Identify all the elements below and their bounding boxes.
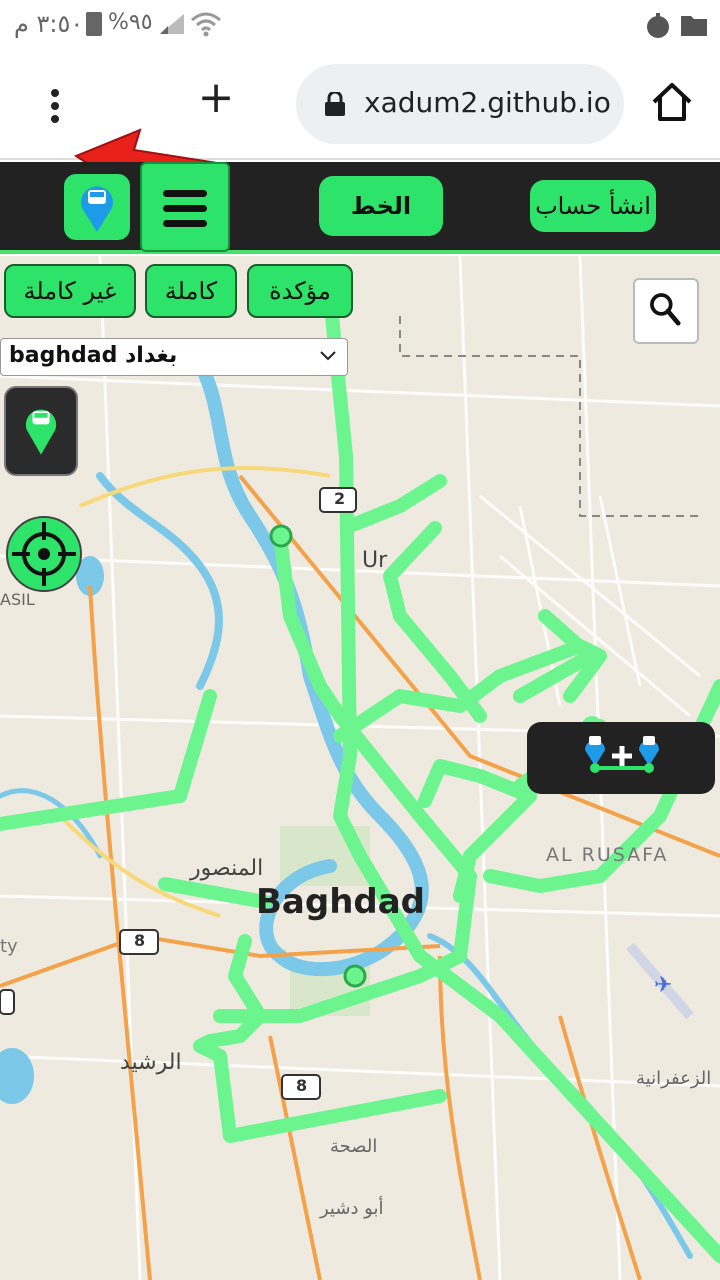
bus-stop-pin-icon bbox=[25, 409, 57, 455]
plus-icon[interactable]: + bbox=[196, 76, 236, 120]
svg-text:✈: ✈ bbox=[654, 973, 672, 998]
status-time: ٣:٥٠ م bbox=[14, 10, 84, 38]
bus-pin-icon bbox=[81, 186, 113, 232]
connect-stops-icon bbox=[585, 736, 659, 773]
lock-icon bbox=[325, 92, 345, 116]
filter-incomplete-button[interactable]: غير كاملة bbox=[4, 264, 136, 318]
battery-icon bbox=[86, 12, 102, 36]
general-line-button[interactable]: الخط العام bbox=[319, 176, 443, 280]
city-select-value: baghdad بغداد bbox=[9, 343, 178, 368]
locate-me-button[interactable] bbox=[4, 512, 82, 598]
map-label-ur: Ur bbox=[362, 548, 388, 573]
city-select[interactable]: baghdad بغداد bbox=[0, 338, 348, 376]
filter-complete-button[interactable]: كاملة bbox=[145, 264, 237, 318]
map-label-baghdad: Baghdad bbox=[256, 882, 426, 922]
hamburger-icon bbox=[142, 164, 228, 227]
map-label-rusafa: AL RUSAFA bbox=[546, 844, 669, 866]
search-icon bbox=[650, 293, 681, 326]
hamburger-menu-button[interactable] bbox=[140, 162, 230, 252]
map-label-abu-dshir: أبو دشير bbox=[320, 1198, 384, 1219]
battery-percent: %٩٥ bbox=[108, 10, 153, 35]
signal-icon bbox=[160, 14, 184, 34]
app-logo-button[interactable] bbox=[64, 174, 130, 240]
app-icon bbox=[647, 13, 669, 38]
road-shield-8b: 8 bbox=[296, 1076, 308, 1095]
map-search-button[interactable] bbox=[633, 278, 699, 344]
map-label-rasheed: الرشيد bbox=[120, 1050, 182, 1075]
map-label-zafaraniya: الزعفرانية bbox=[636, 1068, 712, 1089]
home-icon[interactable] bbox=[650, 80, 694, 124]
app-header: انشأ حساب الخط العام bbox=[0, 162, 720, 280]
filter-confirmed-button[interactable]: مؤكدة bbox=[247, 264, 353, 318]
map-label-city-left: ty bbox=[0, 936, 18, 957]
folder-icon bbox=[681, 16, 707, 36]
url-text: xadum2.github.io bbox=[364, 86, 611, 119]
wifi-icon bbox=[191, 12, 221, 37]
bus-stop-button[interactable] bbox=[4, 386, 78, 476]
address-bar[interactable]: xadum2.github.io bbox=[296, 64, 624, 144]
kebab-menu-icon[interactable] bbox=[40, 86, 70, 123]
road-shield-8a: 8 bbox=[134, 931, 146, 950]
merge-routes-button[interactable] bbox=[527, 722, 715, 794]
chevron-down-icon bbox=[320, 351, 336, 361]
map-view[interactable]: ✈ 8 8 2 Baghdad المنصور الرشيد الصحة أبو… bbox=[0, 256, 720, 1280]
status-bar: ٣:٥٠ م %٩٥ bbox=[0, 0, 720, 50]
road-shield-2: 2 bbox=[334, 489, 346, 508]
crosshair-icon bbox=[6, 516, 82, 592]
map-label-mansour: المنصور bbox=[190, 856, 264, 881]
browser-toolbar: + xadum2.github.io bbox=[0, 50, 720, 198]
signup-button[interactable]: انشأ حساب bbox=[530, 180, 656, 232]
map-label-sehha: الصحة bbox=[330, 1136, 378, 1157]
